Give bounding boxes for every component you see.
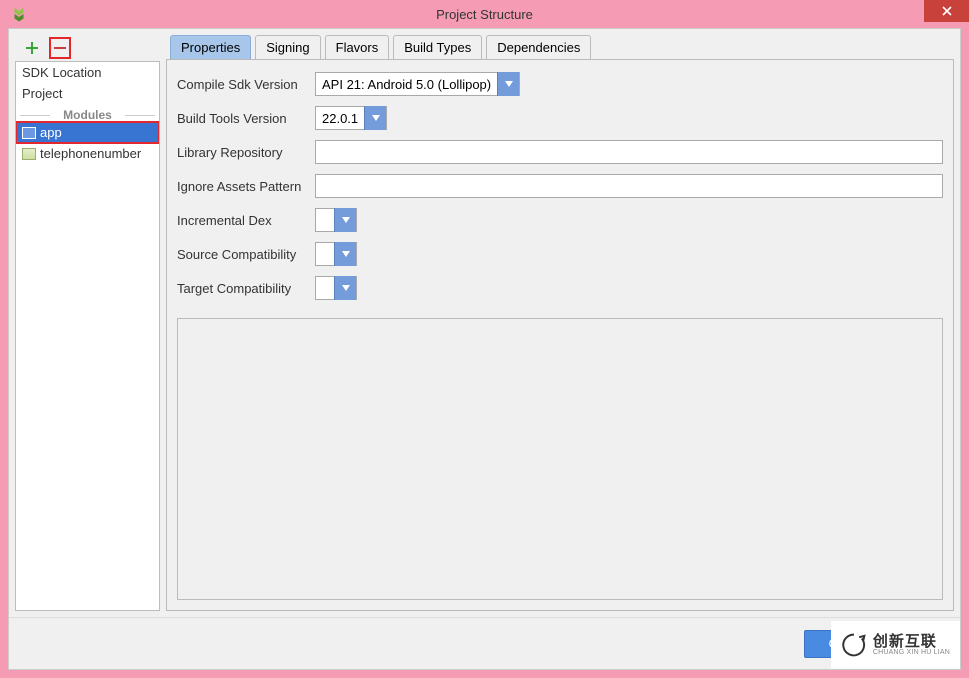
chevron-down-icon — [334, 276, 356, 300]
window: Project Structure SDK Location Project — [0, 0, 969, 678]
module-icon — [22, 127, 36, 139]
titlebar: Project Structure — [0, 0, 969, 28]
sidebar-item-sdk-location[interactable]: SDK Location — [16, 62, 159, 83]
tab-flavors[interactable]: Flavors — [325, 35, 390, 59]
sidebar-module-telephonenumber[interactable]: telephonenumber — [16, 143, 159, 164]
ignore-assets-input[interactable] — [315, 174, 943, 198]
row-build-tools: Build Tools Version 22.0.1 — [177, 106, 943, 130]
watermark-en: CHUANG XIN HU LIAN — [873, 649, 950, 656]
remove-module-button[interactable] — [49, 37, 71, 59]
label-ignore-assets: Ignore Assets Pattern — [177, 179, 307, 194]
tab-build-types[interactable]: Build Types — [393, 35, 482, 59]
tab-properties[interactable]: Properties — [170, 35, 251, 59]
properties-panel: Compile Sdk Version API 21: Android 5.0 … — [166, 59, 954, 611]
row-library-repo: Library Repository — [177, 140, 943, 164]
client-area: SDK Location Project Modules app telepho… — [8, 28, 961, 670]
label-source-compat: Source Compatibility — [177, 247, 307, 262]
row-compile-sdk: Compile Sdk Version API 21: Android 5.0 … — [177, 72, 943, 96]
source-compat-combo[interactable] — [315, 242, 357, 266]
chevron-down-icon — [334, 208, 356, 232]
build-tools-value: 22.0.1 — [316, 111, 364, 126]
content: SDK Location Project Modules app telepho… — [9, 29, 960, 617]
sidebar-section-modules: Modules — [16, 108, 159, 122]
add-module-button[interactable] — [21, 37, 43, 59]
sidebar-toolbar — [15, 35, 160, 61]
chevron-down-icon — [364, 106, 386, 130]
window-title: Project Structure — [0, 7, 969, 22]
label-library-repo: Library Repository — [177, 145, 307, 160]
label-build-tools: Build Tools Version — [177, 111, 307, 126]
chevron-down-icon — [497, 72, 519, 96]
row-incremental-dex: Incremental Dex — [177, 208, 943, 232]
tab-bar: Properties Signing Flavors Build Types D… — [166, 35, 954, 59]
footer: OK 创新互联 CHUANG XIN HU LIAN — [9, 617, 960, 669]
tab-signing[interactable]: Signing — [255, 35, 320, 59]
label-target-compat: Target Compatibility — [177, 281, 307, 296]
main-panel: Properties Signing Flavors Build Types D… — [166, 35, 954, 611]
watermark: 创新互联 CHUANG XIN HU LIAN — [831, 621, 960, 669]
target-compat-combo[interactable] — [315, 276, 357, 300]
row-target-compat: Target Compatibility — [177, 276, 943, 300]
row-source-compat: Source Compatibility — [177, 242, 943, 266]
form: Compile Sdk Version API 21: Android 5.0 … — [177, 72, 943, 300]
watermark-cn: 创新互联 — [873, 634, 950, 649]
incremental-dex-combo[interactable] — [315, 208, 357, 232]
sidebar-item-project[interactable]: Project — [16, 83, 159, 104]
tab-dependencies[interactable]: Dependencies — [486, 35, 591, 59]
sidebar-module-app[interactable]: app — [16, 122, 159, 143]
module-label: telephonenumber — [40, 146, 141, 161]
label-compile-sdk: Compile Sdk Version — [177, 77, 307, 92]
label-incremental-dex: Incremental Dex — [177, 213, 307, 228]
row-ignore-assets: Ignore Assets Pattern — [177, 174, 943, 198]
chevron-down-icon — [334, 242, 356, 266]
close-button[interactable] — [924, 0, 969, 22]
watermark-logo-icon — [841, 632, 867, 658]
compile-sdk-value: API 21: Android 5.0 (Lollipop) — [316, 77, 497, 92]
sidebar-tree: SDK Location Project Modules app telepho… — [15, 61, 160, 611]
library-repo-input[interactable] — [315, 140, 943, 164]
build-tools-combo[interactable]: 22.0.1 — [315, 106, 387, 130]
module-label: app — [40, 125, 62, 140]
sidebar: SDK Location Project Modules app telepho… — [15, 35, 160, 611]
compile-sdk-combo[interactable]: API 21: Android 5.0 (Lollipop) — [315, 72, 520, 96]
module-icon — [22, 148, 36, 160]
blank-area — [177, 318, 943, 600]
